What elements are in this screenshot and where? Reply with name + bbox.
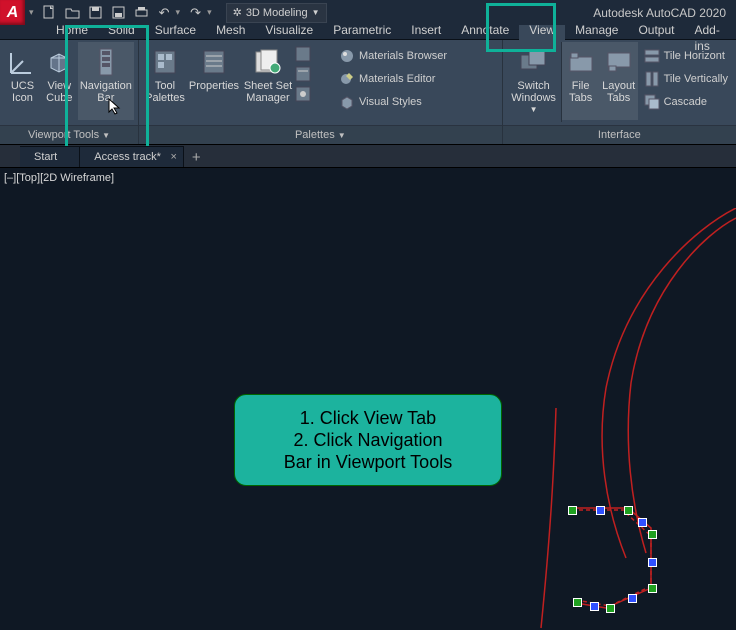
chevron-down-icon: ▼ bbox=[102, 131, 110, 140]
switch-label: Switch Windows bbox=[511, 80, 556, 104]
properties-icon bbox=[198, 46, 230, 78]
close-icon[interactable]: × bbox=[170, 151, 176, 163]
tile-v-icon bbox=[644, 71, 660, 87]
panel-title-palettes[interactable]: Palettes▼ bbox=[139, 125, 502, 144]
save-icon[interactable] bbox=[88, 5, 103, 20]
ribbon: UCS Icon View Cube Navigation Bar Viewpo… bbox=[0, 40, 736, 145]
ucs-icon bbox=[6, 46, 38, 78]
instruction-callout: 1. Click View Tab 2. Click Navigation Ba… bbox=[234, 394, 502, 486]
tab-solid[interactable]: Solid bbox=[98, 22, 145, 42]
navigation-bar-button[interactable]: Navigation Bar bbox=[78, 42, 134, 120]
small-icon-3[interactable] bbox=[295, 86, 337, 102]
switch-windows-button[interactable]: Switch Windows ▼ bbox=[507, 42, 561, 120]
tab-output[interactable]: Output bbox=[628, 22, 684, 42]
tile-horizontal-button[interactable]: Tile Horizont bbox=[644, 46, 728, 66]
callout-line-1: 1. Click View Tab bbox=[245, 407, 491, 429]
workspace-dropdown[interactable]: ✲ 3D Modeling ▼ bbox=[226, 3, 327, 23]
cube-icon bbox=[43, 46, 75, 78]
viewport-label[interactable]: [–][Top][2D Wireframe] bbox=[4, 172, 114, 184]
cascade-icon bbox=[644, 94, 660, 110]
navbar-icon bbox=[90, 46, 122, 78]
view-cube-label: View Cube bbox=[46, 80, 72, 104]
layout-tabs-icon bbox=[603, 46, 635, 78]
tab-file[interactable]: Access track*× bbox=[80, 146, 184, 167]
undo-icon[interactable]: ↶ bbox=[157, 5, 172, 20]
chevron-down-icon: ▼ bbox=[338, 131, 346, 140]
file-tabs-button[interactable]: File Tabs bbox=[562, 42, 600, 120]
gear-icon: ✲ bbox=[233, 6, 242, 19]
document-tabs: Start Access track*× + bbox=[0, 145, 736, 168]
view-cube-button[interactable]: View Cube bbox=[41, 42, 78, 120]
panel-palettes: Tool Palettes Properties Sheet Set Manag… bbox=[139, 40, 503, 144]
materials-editor-button[interactable]: Materials Editor bbox=[339, 69, 447, 89]
cursor-icon bbox=[108, 98, 122, 116]
ucs-icon-button[interactable]: UCS Icon bbox=[4, 42, 41, 120]
windows-icon bbox=[518, 46, 550, 78]
title-bar: A ▾ ↶ ▾ ↷ ▾ ✲ 3D Modeling ▼ Autodesk AutoC… bbox=[0, 0, 736, 25]
panel-title-interface: Interface bbox=[503, 125, 736, 144]
tab-start[interactable]: Start bbox=[20, 146, 80, 167]
plot-icon[interactable] bbox=[134, 5, 149, 20]
sphere-edit-icon bbox=[339, 71, 355, 87]
tab-more[interactable]: A bbox=[730, 22, 736, 42]
tab-mesh[interactable]: Mesh bbox=[206, 22, 255, 42]
saveas-icon[interactable] bbox=[111, 5, 126, 20]
layout-tabs-label: Layout Tabs bbox=[602, 80, 635, 104]
chevron-down-icon: ▼ bbox=[312, 8, 320, 17]
ribbon-tabs: Home Solid Surface Mesh Visualize Parame… bbox=[0, 25, 736, 40]
tile-vertical-button[interactable]: Tile Vertically bbox=[644, 69, 728, 89]
tile-h-icon bbox=[644, 48, 660, 64]
tab-manage[interactable]: Manage bbox=[565, 22, 628, 42]
navbar-label: Navigation Bar bbox=[80, 80, 132, 104]
properties-label: Properties bbox=[189, 80, 239, 92]
visual-styles-button[interactable]: Visual Styles bbox=[339, 92, 447, 112]
sheet-label: Sheet Set Manager bbox=[244, 80, 292, 104]
visual-styles-icon bbox=[339, 94, 355, 110]
layout-tabs-button[interactable]: Layout Tabs bbox=[600, 42, 638, 120]
palette-icon bbox=[149, 46, 181, 78]
workspace-label: 3D Modeling bbox=[246, 7, 308, 19]
tab-addins[interactable]: Add-ins bbox=[685, 22, 730, 42]
tab-surface[interactable]: Surface bbox=[145, 22, 206, 42]
open-icon[interactable] bbox=[65, 5, 80, 20]
app-logo[interactable]: A bbox=[0, 0, 25, 25]
app-title: Autodesk AutoCAD 2020 bbox=[593, 6, 726, 20]
file-tabs-icon bbox=[565, 46, 597, 78]
small-icon-1[interactable] bbox=[295, 46, 337, 62]
cascade-button[interactable]: Cascade bbox=[644, 92, 728, 112]
tab-insert[interactable]: Insert bbox=[401, 22, 451, 42]
file-tabs-label: File Tabs bbox=[569, 80, 592, 104]
tab-visualize[interactable]: Visualize bbox=[255, 22, 323, 42]
callout-line-2: 2. Click Navigation bbox=[245, 429, 491, 451]
tool-palettes-button[interactable]: Tool Palettes bbox=[143, 42, 187, 120]
new-icon[interactable] bbox=[42, 5, 57, 20]
chevron-down-icon: ▼ bbox=[530, 104, 538, 116]
sheet-set-button[interactable]: Sheet Set Manager bbox=[241, 42, 295, 120]
panel-viewport-tools: UCS Icon View Cube Navigation Bar Viewpo… bbox=[0, 40, 139, 144]
sheet-icon bbox=[252, 46, 284, 78]
tab-annotate[interactable]: Annotate bbox=[451, 22, 519, 42]
drawing-canvas[interactable]: [–][Top][2D Wireframe] 1. Click View Tab… bbox=[0, 168, 736, 630]
menu-dropdown-icon[interactable]: ▾ bbox=[29, 7, 34, 18]
tab-home[interactable]: Home bbox=[46, 22, 98, 42]
tool-palettes-label: Tool Palettes bbox=[145, 80, 185, 104]
small-icon-2[interactable] bbox=[295, 66, 337, 82]
grip-handles bbox=[476, 208, 736, 630]
ucs-label: UCS Icon bbox=[11, 80, 34, 104]
tab-parametric[interactable]: Parametric bbox=[323, 22, 401, 42]
materials-browser-button[interactable]: Materials Browser bbox=[339, 46, 447, 66]
tab-add[interactable]: + bbox=[184, 147, 209, 167]
sphere-icon bbox=[339, 48, 355, 64]
tab-view[interactable]: View bbox=[519, 22, 565, 42]
redo-icon[interactable]: ↷ bbox=[188, 5, 203, 20]
panel-interface: Switch Windows ▼ File Tabs Layout Tabs T… bbox=[503, 40, 736, 144]
redo-dropdown-icon[interactable]: ▾ bbox=[207, 7, 212, 18]
properties-button[interactable]: Properties bbox=[187, 42, 241, 120]
undo-dropdown-icon[interactable]: ▾ bbox=[176, 7, 181, 18]
quick-access-toolbar: ▾ ↶▾ ↷▾ ✲ 3D Modeling ▼ bbox=[33, 3, 327, 23]
panel-title-viewport[interactable]: Viewport Tools▼ bbox=[0, 125, 138, 144]
callout-line-3: Bar in Viewport Tools bbox=[245, 451, 491, 473]
